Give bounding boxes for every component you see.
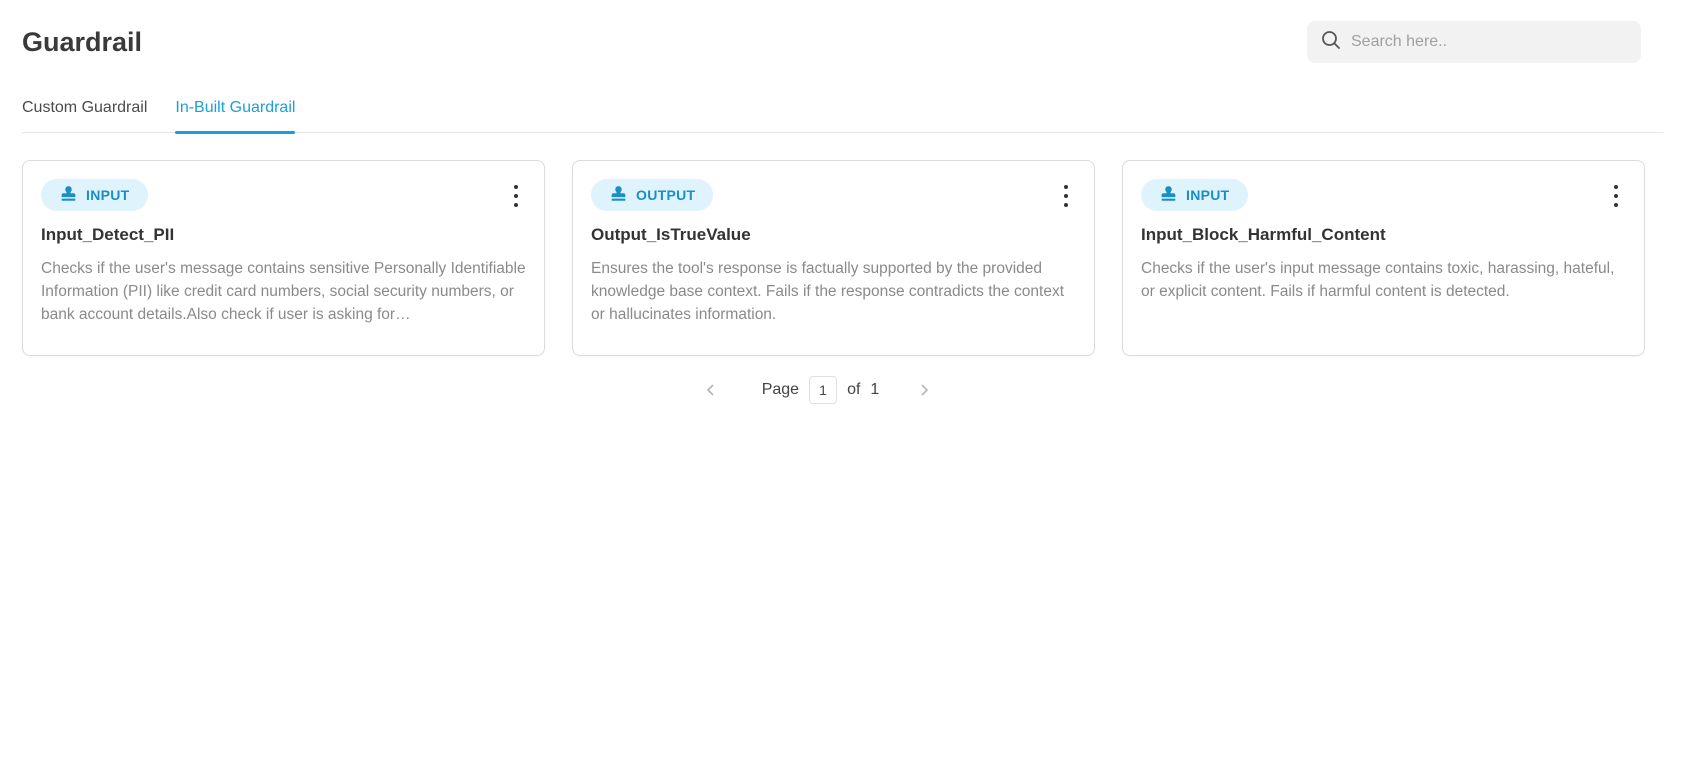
search-box[interactable] xyxy=(1307,21,1641,63)
guardrail-stamp-icon xyxy=(1159,184,1178,206)
kebab-menu-icon[interactable] xyxy=(1060,185,1072,207)
current-page-input[interactable]: 1 xyxy=(809,376,838,404)
search-icon xyxy=(1321,30,1341,55)
guardrail-stamp-icon xyxy=(59,184,78,206)
badge-label: INPUT xyxy=(86,187,130,203)
type-badge: INPUT xyxy=(41,179,148,211)
badge-label: OUTPUT xyxy=(636,187,696,203)
guardrail-card[interactable]: OUTPUT Output_IsTrueValue Ensures the to… xyxy=(572,160,1095,356)
page-header: Guardrail xyxy=(22,0,1663,86)
card-description: Checks if the user's input message conta… xyxy=(1141,260,1615,300)
page-label: Page xyxy=(761,381,800,398)
card-title: Input_Block_Harmful_Content xyxy=(1141,225,1386,244)
badge-label: INPUT xyxy=(1186,187,1230,203)
search-input[interactable] xyxy=(1351,33,1611,51)
total-pages: 1 xyxy=(870,381,880,398)
chevron-left-icon[interactable] xyxy=(700,379,722,401)
guardrail-stamp-icon xyxy=(609,184,628,206)
card-title: Output_IsTrueValue xyxy=(591,225,751,244)
tab-in-built-guardrail[interactable]: In-Built Guardrail xyxy=(175,86,296,134)
page-title: Guardrail xyxy=(22,27,143,57)
of-label: of xyxy=(847,381,861,398)
kebab-menu-icon[interactable] xyxy=(1610,185,1622,207)
pagination: Page 1 of 1 xyxy=(22,376,1663,404)
guardrail-card-list: INPUT Input_Detect_PII Checks if the use… xyxy=(22,160,1663,356)
type-badge: OUTPUT xyxy=(591,179,714,211)
guardrail-page: Guardrail Custom Guardrail In-Built Guar… xyxy=(0,0,1685,779)
kebab-menu-icon[interactable] xyxy=(510,185,522,207)
card-description: Ensures the tool's response is factually… xyxy=(591,260,1065,323)
guardrail-card[interactable]: INPUT Input_Detect_PII Checks if the use… xyxy=(22,160,545,356)
type-badge: INPUT xyxy=(1141,179,1248,211)
chevron-right-icon[interactable] xyxy=(913,379,935,401)
card-description: Checks if the user's message contains se… xyxy=(41,260,526,323)
tab-custom-guardrail[interactable]: Custom Guardrail xyxy=(22,86,147,133)
guardrail-card[interactable]: INPUT Input_Block_Harmful_Content Checks… xyxy=(1122,160,1645,356)
tab-bar: Custom Guardrail In-Built Guardrail xyxy=(22,86,1663,134)
card-title: Input_Detect_PII xyxy=(41,225,175,244)
